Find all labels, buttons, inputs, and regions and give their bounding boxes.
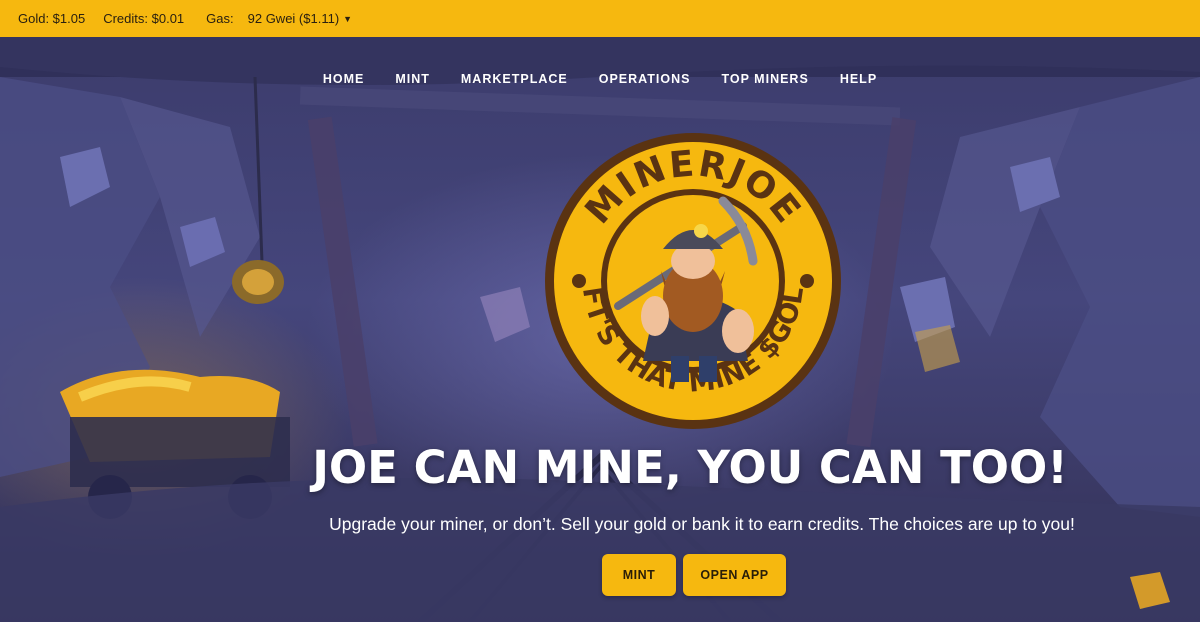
hero-subtitle: Upgrade your miner, or don’t. Sell your … [329, 514, 1075, 534]
gas-label: Gas: [206, 11, 234, 26]
gas-dropdown[interactable]: Gas: 92 Gwei ($1.11) ▼ [206, 11, 352, 26]
nav-marketplace[interactable]: MARKETPLACE [445, 72, 583, 86]
stats-bar: Gold: $1.05 Credits: $0.01 Gas: 92 Gwei … [0, 0, 1200, 37]
nav-mint[interactable]: MINT [380, 72, 446, 86]
nav-help[interactable]: HELP [824, 72, 892, 86]
nav-top-miners[interactable]: TOP MINERS [706, 72, 824, 86]
main-nav: HOME MINT MARKETPLACE OPERATIONS TOP MIN… [0, 72, 1200, 86]
nav-home[interactable]: HOME [307, 72, 380, 86]
nav-operations[interactable]: OPERATIONS [583, 72, 706, 86]
caret-down-icon[interactable]: ▼ [343, 14, 352, 24]
hero-headline: JOE CAN MINE, YOU CAN TOO! [312, 441, 1068, 494]
hero-actions: MINT OPEN APP [602, 554, 786, 596]
hero-section: HOME MINT MARKETPLACE OPERATIONS TOP MIN… [0, 37, 1200, 622]
gold-price: Gold: $1.05 [18, 11, 86, 26]
minerjoe-logo: MINERJOE NFT'S THAT MINE $GOLD [543, 131, 841, 429]
open-app-button[interactable]: OPEN APP [683, 554, 786, 596]
mint-button[interactable]: MINT [602, 554, 676, 596]
gas-value: 92 Gwei ($1.11) [247, 11, 340, 26]
credits-price: Credits: $0.01 [103, 11, 185, 26]
